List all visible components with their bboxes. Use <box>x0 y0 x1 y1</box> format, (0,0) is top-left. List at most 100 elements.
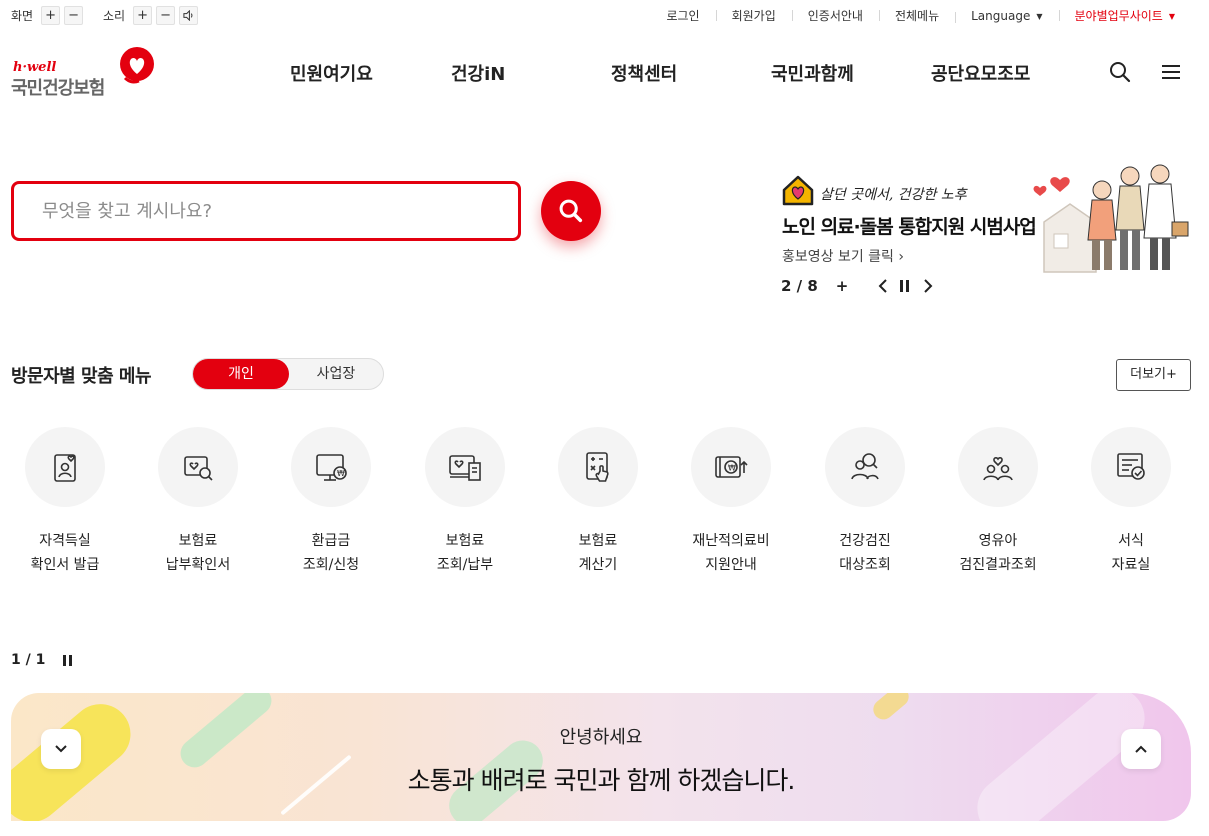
quick-menu-label-line2: 검진결과조회 <box>959 557 1037 573</box>
sound-down-button[interactable]: − <box>156 6 176 25</box>
quick-menu-label-line1: 건강검진 <box>839 533 891 549</box>
nav-with-citizens[interactable]: 국민과함께 <box>771 60 854 86</box>
quick-menu-label-line2: 납부확인서 <box>165 557 231 573</box>
quick-menu-icon-circle <box>425 427 505 507</box>
global-nav: 민원여기요 건강iN 정책센터 국민과함께 공단요모조모 <box>0 60 1209 88</box>
banner-subtitle: 살던 곳에서, 건강한 노후 <box>820 187 967 203</box>
greeting-hello: 안녕하세요 <box>559 727 643 748</box>
chevron-right-icon[interactable] <box>923 279 933 293</box>
hamburger-menu-icon[interactable] <box>1159 60 1183 84</box>
caret-down-icon: ▼ <box>1168 12 1175 21</box>
nav-civil-service[interactable]: 민원여기요 <box>290 60 373 86</box>
quick-menu-label: 보험료계산기 <box>528 529 668 577</box>
screen-zoom-group: 화면 + − <box>11 6 87 25</box>
quick-menu-label-line1: 보험료 <box>178 533 218 549</box>
quick-menu-icon-circle <box>1091 427 1171 507</box>
banner-title: 노인 의료·돌봄 통합지원 시범사업 <box>782 216 1037 238</box>
nav-health-in[interactable]: 건강iN <box>451 60 505 86</box>
quick-menu-item[interactable]: ₩ 환급금 조회/신청 <box>291 427 371 573</box>
quick-menu-label-line2: 계산기 <box>578 557 618 573</box>
plus-icon[interactable]: + <box>836 277 849 295</box>
search-icon[interactable] <box>1108 60 1132 84</box>
search-input[interactable] <box>14 184 518 238</box>
house-heart-icon <box>782 175 814 206</box>
nav-policy-center[interactable]: 정책센터 <box>611 60 677 86</box>
quick-menu-icon-circle <box>558 427 638 507</box>
quick-menu-label-line1: 영유아 <box>978 533 1018 549</box>
elderly-care-illustration <box>1033 164 1189 273</box>
quick-menu-pager: 1 / 1 <box>11 652 75 668</box>
quick-menu-label: 서식 자료실 <box>1061 529 1201 577</box>
visitor-menu-title: 방문자별 맞춤 메뉴 <box>11 366 152 387</box>
chevron-down-icon <box>55 745 67 753</box>
nav-about-nhis[interactable]: 공단요모조모 <box>931 60 1030 86</box>
chevron-left-icon[interactable] <box>878 279 888 293</box>
signup-link[interactable]: 회원가입 <box>715 7 792 24</box>
banner-pager: 2 / 8 <box>781 277 818 295</box>
scroll-up-button[interactable] <box>1121 729 1161 769</box>
quick-menu-label-line1: 보험료 <box>578 533 618 549</box>
caret-down-icon: ▼ <box>1036 11 1043 21</box>
certificate-guide-link[interactable]: 인증서안내 <box>791 7 879 24</box>
svg-text:₩: ₩ <box>337 469 345 478</box>
quick-menu-label: 보험료납부확인서 <box>128 529 268 577</box>
more-button[interactable]: 더보기+ <box>1116 359 1191 391</box>
quick-menu-label-line1: 자격득실 <box>39 533 91 549</box>
quick-menu-item[interactable]: 보험료납부확인서 <box>158 427 238 573</box>
quick-menu-icon-circle <box>25 427 105 507</box>
search-box <box>11 181 521 241</box>
expand-down-button[interactable] <box>41 729 81 769</box>
quick-menu-label-line1: 재난적의료비 <box>692 533 770 549</box>
quick-menu-label: 보험료 조회/납부 <box>395 529 535 577</box>
all-menu-link[interactable]: 전체메뉴 <box>878 7 955 24</box>
language-select[interactable]: Language ▼ <box>955 9 1058 23</box>
quick-menu-label-line1: 환급금 <box>311 533 351 549</box>
family-heart-icon <box>983 456 1013 481</box>
tab-business[interactable]: 사업장 <box>289 359 383 389</box>
sound-up-button[interactable]: + <box>133 6 153 25</box>
sound-label: 소리 <box>103 9 126 23</box>
quick-menu-icon-circle <box>158 427 238 507</box>
quick-menu-item[interactable]: 보험료계산기 <box>558 427 638 573</box>
quick-menu-page-count: 1 / 1 <box>11 652 46 668</box>
greeting-banner: 안녕하세요 소통과 배려로 국민과 함께 하겠습니다. <box>11 693 1191 821</box>
quick-menu-icon-circle: ₩ <box>691 427 771 507</box>
screen-zoom-in-button[interactable]: + <box>41 6 61 25</box>
quick-menu-item[interactable]: 보험료 조회/납부 <box>425 427 505 573</box>
field-sites-select[interactable]: 분야별업무사이트 ▼ <box>1058 7 1191 24</box>
pause-icon[interactable] <box>900 280 910 292</box>
login-link[interactable]: 로그인 <box>650 7 715 24</box>
banner-video-link[interactable]: 홍보영상 보기 클릭 › <box>782 246 904 266</box>
quick-menu-label: 건강검진대상조회 <box>795 529 935 577</box>
quick-menu-item[interactable]: 건강검진대상조회 <box>825 427 905 573</box>
quick-menu-label: 환급금 조회/신청 <box>261 529 401 577</box>
banner-video-link-label: 홍보영상 보기 클릭 <box>782 249 894 265</box>
chevron-up-icon <box>1135 745 1147 753</box>
svg-text:₩: ₩ <box>728 464 736 473</box>
quick-menu-item[interactable]: 서식 자료실 <box>1091 427 1171 573</box>
utility-bar: 화면 + − 소리 + − 로그인 회원가입 인증서안내 전체메뉴 Langua… <box>0 0 1209 32</box>
quick-menu-icon-circle: ₩ <box>291 427 371 507</box>
screen-zoom-label: 화면 <box>11 9 34 23</box>
quick-menu-label-line2: 대상조회 <box>839 557 891 573</box>
promo-banner[interactable]: 살던 곳에서, 건강한 노후 노인 의료·돌봄 통합지원 시범사업 홍보영상 보… <box>780 160 1200 310</box>
wallet-won-icon: ₩ <box>715 456 748 478</box>
calculator-hand-icon <box>586 452 609 482</box>
screen-zoom-out-button[interactable]: − <box>64 6 84 25</box>
sound-group: 소리 + − <box>103 6 202 25</box>
tab-personal[interactable]: 개인 <box>193 359 289 389</box>
people-search-icon <box>851 453 879 480</box>
monitor-won-icon: ₩ <box>316 454 347 481</box>
quick-menu-item[interactable]: 자격득실 확인서 발급 <box>25 427 105 573</box>
search-icon <box>559 199 583 223</box>
quick-menu-item[interactable]: ₩ 재난적의료비 지원안내 <box>691 427 771 573</box>
quick-menu-label: 재난적의료비 지원안내 <box>661 529 801 577</box>
id-card-heart-icon <box>54 454 76 482</box>
heart-search-icon <box>184 456 213 481</box>
search-button[interactable] <box>541 181 601 241</box>
quick-menu-label-line2: 자료실 <box>1111 557 1151 573</box>
speaker-icon[interactable] <box>179 6 199 25</box>
quick-menu-item[interactable]: 영유아검진결과조회 <box>958 427 1038 573</box>
quick-menu-label-line2: 조회/납부 <box>436 557 494 573</box>
pause-icon[interactable] <box>63 654 75 666</box>
